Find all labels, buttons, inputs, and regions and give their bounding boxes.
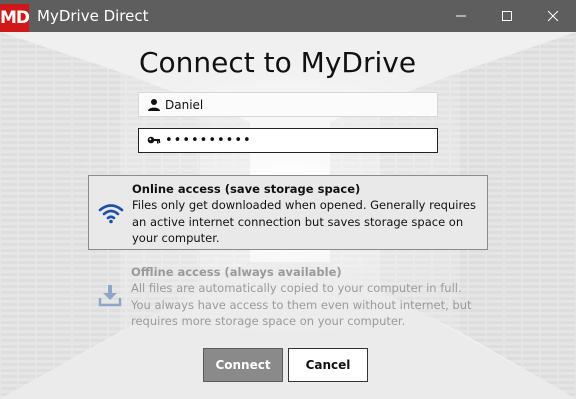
close-button[interactable] [530,0,576,32]
close-icon [547,10,559,22]
app-logo: MD [0,4,29,32]
title-bar: MD MyDrive Direct [0,0,576,32]
password-field[interactable] [138,128,438,153]
window-title: MyDrive Direct [37,7,149,25]
offline-option-description: All files are automatically copied to yo… [131,281,472,328]
username-field[interactable] [138,92,438,117]
offline-option-title: Offline access (always available) [131,265,342,279]
page-title: Connect to MyDrive [139,46,417,79]
username-input[interactable] [165,95,431,114]
user-icon [148,99,160,111]
online-option-title: Online access (save storage space) [132,182,361,196]
password-input[interactable] [165,131,431,150]
maximize-button[interactable] [484,0,530,32]
minimize-button[interactable] [438,0,484,32]
key-icon [147,136,161,144]
minimize-icon [456,15,466,17]
online-access-option[interactable]: Online access (save storage space) Files… [88,175,488,250]
wifi-icon [98,204,124,224]
cancel-button[interactable]: Cancel [288,348,368,382]
download-icon [98,285,122,307]
online-option-description: Files only get downloaded when opened. G… [132,198,477,245]
offline-access-option[interactable]: Offline access (always available) All fi… [88,264,488,334]
connect-button[interactable]: Connect [203,348,283,382]
maximize-icon [502,11,512,21]
